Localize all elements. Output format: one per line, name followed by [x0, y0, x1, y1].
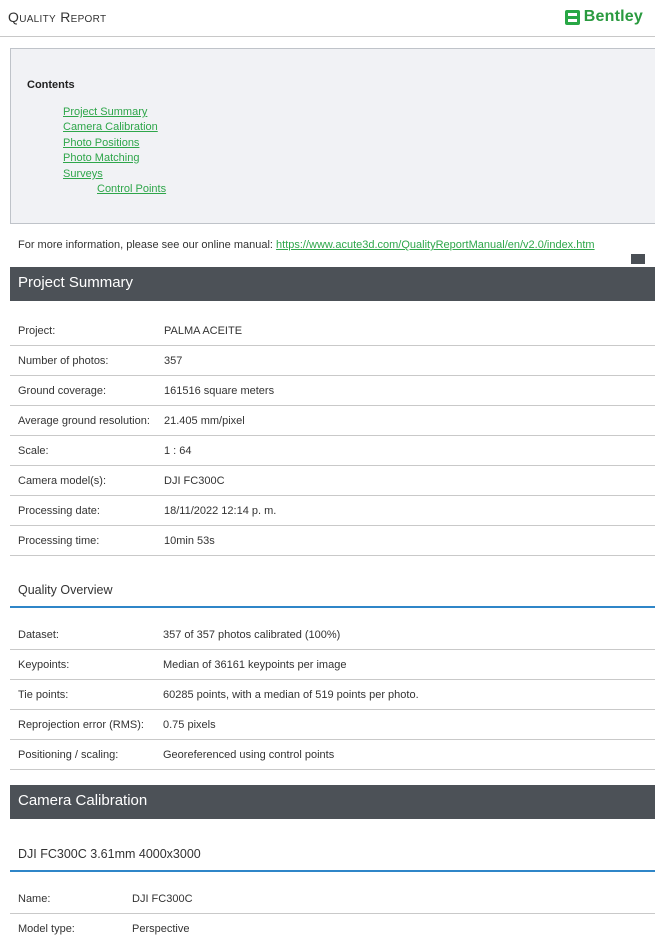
table-row: Name: DJI FC300C — [10, 884, 655, 914]
row-label: Reprojection error (RMS): — [18, 719, 144, 731]
row-label: Processing time: — [18, 535, 100, 547]
row-value: 0.75 pixels — [163, 719, 216, 731]
contents-box: Contents Project Summary Camera Calibrat… — [10, 48, 655, 224]
section-camera-calibration: Camera Calibration — [10, 785, 655, 819]
row-label: Processing date: — [18, 505, 100, 517]
table-row: Keypoints: Median of 36161 keypoints per… — [10, 650, 655, 680]
row-label: Dataset: — [18, 629, 59, 641]
subsection-title: Quality Overview — [18, 583, 113, 597]
report-header: Quality Report Bentley — [0, 0, 655, 37]
table-row: Processing date: 18/11/2022 12:14 p. m. — [10, 496, 655, 526]
table-row: Reprojection error (RMS): 0.75 pixels — [10, 710, 655, 740]
row-label: Ground coverage: — [18, 385, 107, 397]
row-label: Model type: — [18, 923, 75, 935]
table-row: Dataset: 357 of 357 photos calibrated (1… — [10, 620, 655, 650]
row-label: Tie points: — [18, 689, 69, 701]
toc-link-photo-matching[interactable]: Photo Matching — [63, 152, 139, 164]
row-value: DJI FC300C — [164, 475, 225, 487]
subsection-camera: DJI FC300C 3.61mm 4000x3000 — [10, 836, 655, 872]
manual-link[interactable]: https://www.acute3d.com/QualityReportMan… — [276, 239, 595, 251]
row-value: 161516 square meters — [164, 385, 275, 397]
table-row: Number of photos: 357 — [10, 346, 655, 376]
table-row: Project: PALMA ACEITE — [10, 316, 655, 346]
row-value: 21.405 mm/pixel — [164, 415, 245, 427]
section-title: Camera Calibration — [18, 792, 148, 809]
table-row: Average ground resolution: 21.405 mm/pix… — [10, 406, 655, 436]
table-row: Ground coverage: 161516 square meters — [10, 376, 655, 406]
row-value: Georeferenced using control points — [163, 749, 335, 761]
toc-link-surveys[interactable]: Surveys — [63, 168, 103, 180]
row-label: Positioning / scaling: — [18, 749, 119, 761]
row-value: 1 : 64 — [164, 445, 192, 457]
toc-link-project-summary[interactable]: Project Summary — [63, 106, 147, 118]
row-label: Keypoints: — [18, 659, 70, 671]
table-row: Processing time: 10min 53s — [10, 526, 655, 556]
row-value: 357 — [164, 355, 183, 367]
info-text: For more information, please see our onl… — [18, 239, 277, 251]
row-label: Average ground resolution: — [18, 415, 150, 427]
bookmark-icon — [631, 254, 645, 264]
toc-link-camera-calibration[interactable]: Camera Calibration — [63, 121, 158, 133]
row-value: 357 of 357 photos calibrated (100%) — [163, 629, 341, 641]
section-project-summary: Project Summary — [10, 267, 655, 301]
row-value: 60285 points, with a median of 519 point… — [163, 689, 419, 701]
row-value: 18/11/2022 12:14 p. m. — [164, 505, 277, 517]
row-label: Camera model(s): — [18, 475, 107, 487]
row-label: Scale: — [18, 445, 49, 457]
row-label: Project: — [18, 325, 56, 337]
contents-title: Contents — [27, 79, 75, 91]
table-row: Positioning / scaling: Georeferenced usi… — [10, 740, 655, 770]
table-row: Model type: Perspective — [10, 914, 655, 944]
subsection-quality-overview: Quality Overview — [10, 572, 655, 608]
row-label: Number of photos: — [18, 355, 109, 367]
table-row: Scale: 1 : 64 — [10, 436, 655, 466]
toc-link-photo-positions[interactable]: Photo Positions — [63, 137, 139, 149]
table-row: Tie points: 60285 points, with a median … — [10, 680, 655, 710]
row-value: 10min 53s — [164, 535, 215, 547]
row-label: Name: — [18, 893, 51, 905]
row-value: PALMA ACEITE — [164, 325, 243, 337]
bentley-logo-icon — [564, 9, 580, 25]
table-row: Camera model(s): DJI FC300C — [10, 466, 655, 496]
section-title: Project Summary — [18, 274, 134, 291]
logo-text: Bentley — [583, 8, 643, 25]
info-line: For more information, please see our onl… — [18, 239, 595, 251]
bentley-logo: Bentley — [564, 6, 643, 28]
row-value: Perspective — [132, 923, 190, 935]
camera-title: DJI FC300C 3.61mm 4000x3000 — [18, 847, 201, 861]
row-value: Median of 36161 keypoints per image — [163, 659, 347, 671]
row-value: DJI FC300C — [132, 893, 193, 905]
report-title: Quality Report — [8, 9, 107, 25]
toc-link-control-points[interactable]: Control Points — [97, 183, 166, 195]
